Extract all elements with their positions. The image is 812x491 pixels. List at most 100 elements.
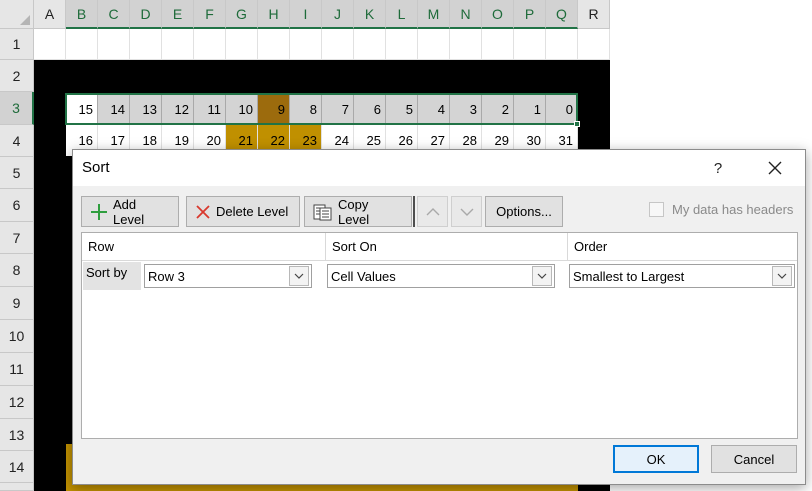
column-header-label: L <box>397 5 406 22</box>
delete-level-button[interactable]: Delete Level <box>186 196 300 227</box>
gridline <box>449 29 450 60</box>
row-header-2[interactable]: 2 <box>0 60 34 92</box>
row-header-8[interactable]: 8 <box>0 254 34 287</box>
column-header-i[interactable]: I <box>290 0 322 29</box>
column-header-sort-on: Sort On <box>326 233 568 261</box>
column-header-r[interactable]: R <box>578 0 610 29</box>
column-header-p[interactable]: P <box>514 0 546 29</box>
column-header-label: K <box>364 5 375 22</box>
column-header-b[interactable]: B <box>66 0 98 29</box>
row-header-5[interactable]: 5 <box>0 157 34 189</box>
gridline <box>257 29 258 60</box>
sort-by-label: Sort by <box>83 262 141 290</box>
gridline <box>161 29 162 60</box>
row-header-6[interactable]: 6 <box>0 189 34 222</box>
column-header-j[interactable]: J <box>322 0 354 29</box>
column-header-e[interactable]: E <box>162 0 194 29</box>
headers-checkbox-group[interactable]: My data has headers <box>649 202 793 217</box>
move-up-icon <box>426 207 439 215</box>
move-down-icon <box>460 208 473 216</box>
help-button[interactable]: ? <box>706 156 730 180</box>
row-header-label: 7 <box>12 229 21 246</box>
column-header-label: N <box>460 5 471 22</box>
row-header-3[interactable]: 3 <box>0 92 34 125</box>
dropdown-icon[interactable] <box>532 266 552 286</box>
gridline <box>225 29 226 60</box>
column-header-label: A <box>44 6 55 22</box>
row-header-label: 14 <box>8 458 25 475</box>
row-header-11[interactable]: 11 <box>0 353 34 386</box>
add-icon <box>90 203 108 221</box>
column-header-a[interactable]: A <box>34 0 66 29</box>
row-select-value: Row 3 <box>148 268 185 284</box>
copy-level-label: Copy Level <box>338 196 370 227</box>
column-header-o[interactable]: O <box>482 0 514 29</box>
my-data-has-headers-checkbox[interactable] <box>649 202 664 217</box>
row-header-label: 12 <box>8 394 25 410</box>
row-header-1[interactable]: 1 <box>0 29 34 60</box>
ok-button[interactable]: OK <box>613 445 699 473</box>
row-header-label: 11 <box>9 361 24 377</box>
gridline <box>577 29 578 60</box>
fill-handle[interactable] <box>574 121 580 127</box>
sort-levels-list[interactable]: Row Sort On Order Sort by Row 3 Cell Val… <box>81 232 798 439</box>
column-header-row: Row <box>82 233 326 261</box>
column-header-label: R <box>588 6 599 22</box>
column-header-label: O <box>492 5 503 22</box>
cancel-button[interactable]: Cancel <box>711 445 797 473</box>
dialog-titlebar[interactable]: Sort ? <box>73 150 805 186</box>
order-select[interactable]: Smallest to Largest <box>569 264 795 288</box>
dropdown-icon[interactable] <box>772 266 792 286</box>
row-header-label: 2 <box>12 67 21 84</box>
row-header-14[interactable]: 14 <box>0 451 34 483</box>
row-header-15[interactable] <box>0 483 34 491</box>
column-header-label: D <box>140 5 151 22</box>
move-up-button[interactable] <box>417 196 448 227</box>
row-header-label: 6 <box>12 197 21 213</box>
column-header-n[interactable]: N <box>450 0 482 29</box>
close-icon <box>768 161 782 175</box>
order-select-value: Smallest to Largest <box>573 268 685 284</box>
row-header-9[interactable]: 9 <box>0 287 34 320</box>
column-header-label: J <box>334 5 341 22</box>
column-header-k[interactable]: K <box>354 0 386 29</box>
row-header-10[interactable]: 10 <box>0 320 34 353</box>
column-header-label: I <box>303 5 308 22</box>
column-header-q[interactable]: Q <box>546 0 578 29</box>
row-header-7[interactable]: 7 <box>0 222 34 254</box>
dropdown-icon[interactable] <box>289 266 309 286</box>
move-down-button[interactable] <box>451 196 482 227</box>
gridline <box>321 29 322 60</box>
row-header-4[interactable]: 4 <box>0 125 34 157</box>
copy-icon <box>313 203 333 221</box>
gridline <box>353 29 354 60</box>
column-header-label: M <box>427 5 440 22</box>
row-select[interactable]: Row 3 <box>144 264 312 288</box>
gridline <box>129 29 130 60</box>
close-button[interactable] <box>761 154 789 182</box>
column-header-g[interactable]: G <box>226 0 258 29</box>
column-header-l[interactable]: L <box>386 0 418 29</box>
row-header-12[interactable]: 12 <box>0 386 34 419</box>
column-header-f[interactable]: F <box>194 0 226 29</box>
sort-on-select[interactable]: Cell Values <box>327 264 555 288</box>
column-header-h[interactable]: H <box>258 0 290 29</box>
add-level-button[interactable]: Add Level <box>81 196 179 227</box>
row-header-13[interactable]: 13 <box>0 419 34 451</box>
gridline <box>545 29 546 60</box>
column-header-order: Order <box>568 233 797 261</box>
options-label: Options... <box>496 204 552 219</box>
column-header-label: E <box>172 5 183 22</box>
copy-level-button[interactable]: Copy Level <box>304 196 412 227</box>
options-button[interactable]: Options... <box>485 196 563 227</box>
column-header-label: P <box>524 5 535 22</box>
select-all-corner[interactable] <box>0 0 34 29</box>
column-header-d[interactable]: D <box>130 0 162 29</box>
gridline <box>417 29 418 60</box>
row-header-label: 1 <box>12 36 21 52</box>
column-header-m[interactable]: M <box>418 0 450 29</box>
column-header-c[interactable]: C <box>98 0 130 29</box>
gridline <box>481 29 482 60</box>
row-header-label: 3 <box>12 100 20 116</box>
column-header-label: H <box>268 5 279 22</box>
